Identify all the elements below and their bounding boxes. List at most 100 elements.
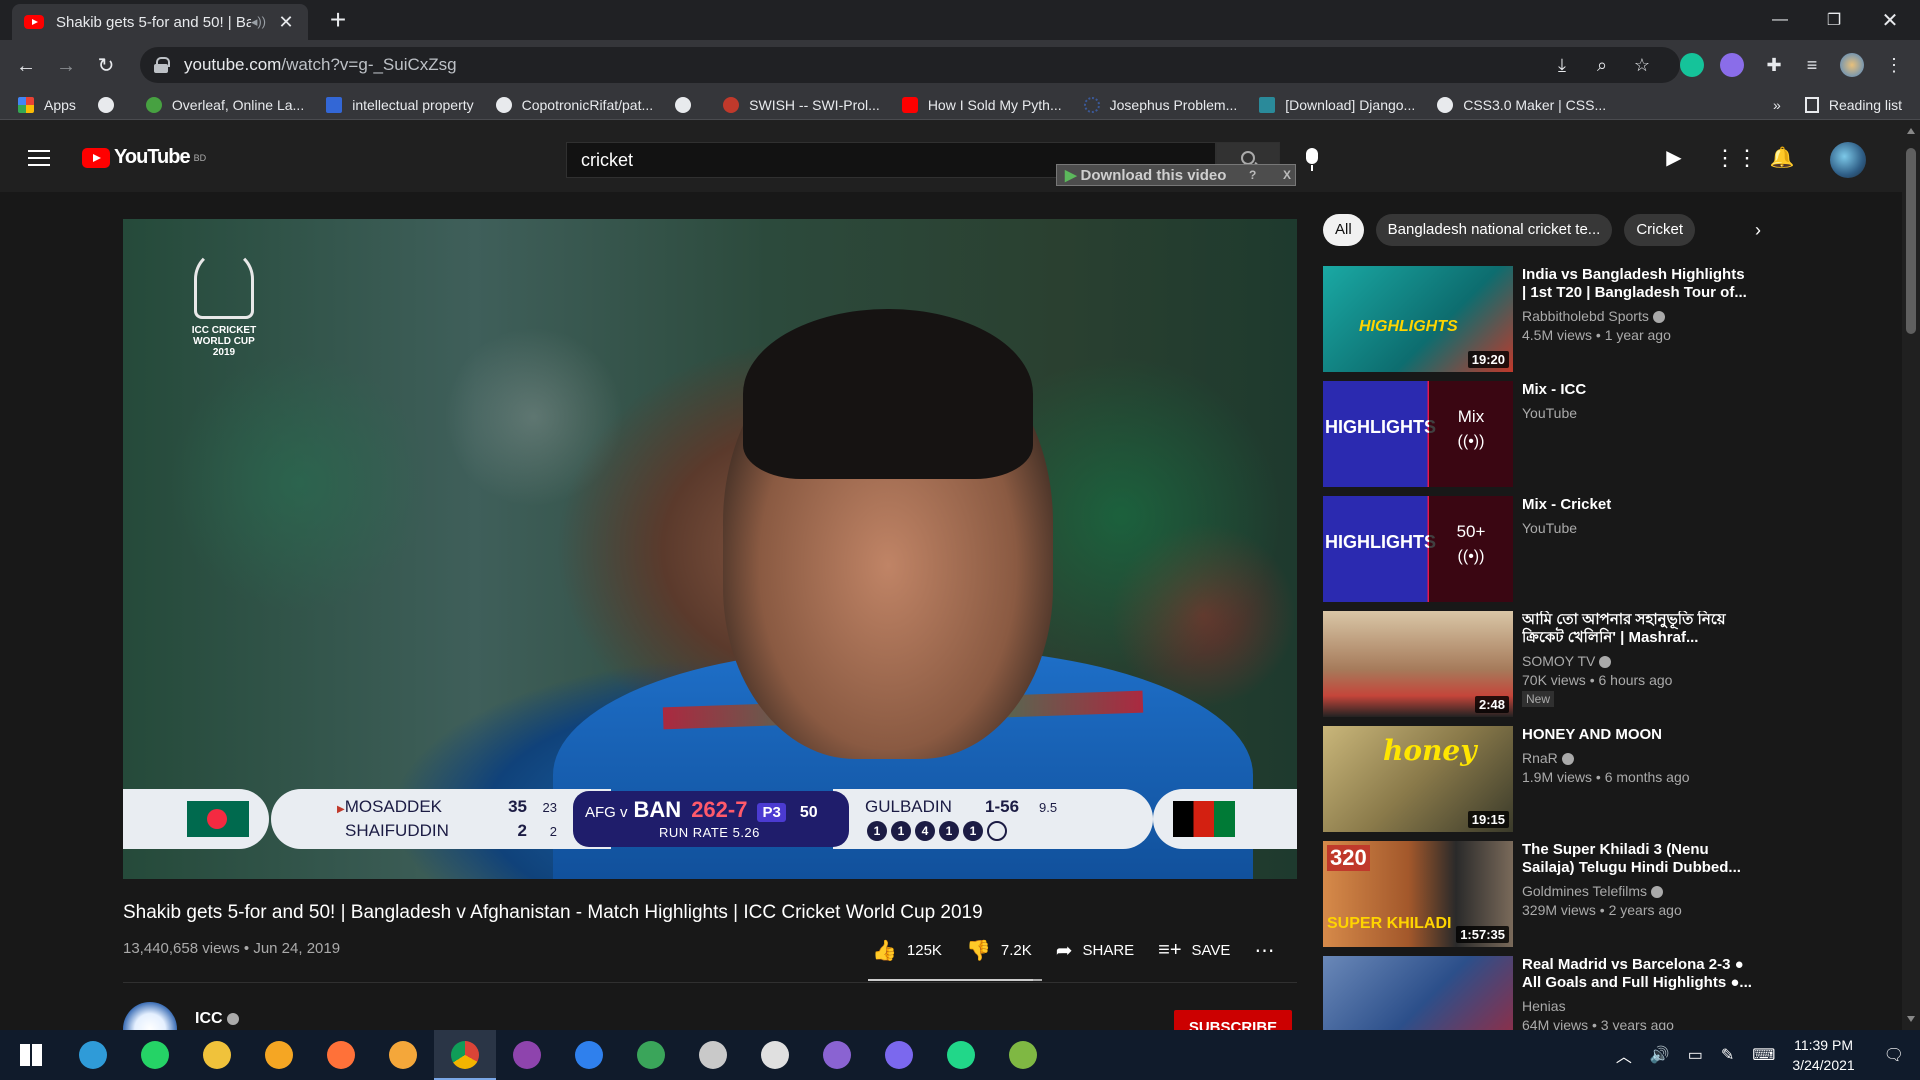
install-app-icon[interactable]: ⤓ (1544, 47, 1580, 83)
more-actions-button[interactable]: ⋯ (1254, 938, 1284, 963)
apps-grid-icon[interactable]: ⋮⋮ (1714, 144, 1758, 172)
bookmark-item[interactable] (97, 96, 124, 113)
taskbar-firefox[interactable] (310, 1030, 372, 1080)
notifications-bell-icon[interactable]: 🔔 (1768, 144, 1796, 172)
bookmark-item[interactable] (675, 96, 701, 113)
recommendation-item[interactable]: Real Madrid vs Barcelona 2-3 ● All Goals… (1323, 956, 1752, 1030)
chip-bangladesh-cricket[interactable]: Bangladesh national cricket te... (1375, 214, 1613, 246)
menu-hamburger-icon[interactable] (28, 150, 50, 166)
recommendation-item[interactable]: honey 19:15 HONEY AND MOON RnaR 1.9M vie… (1323, 726, 1743, 841)
zoom-icon[interactable]: ⌕ (1584, 47, 1620, 83)
page-scrollbar[interactable] (1902, 120, 1920, 1030)
bookmark-item[interactable]: SWISH -- SWI-Prol... (723, 96, 880, 113)
download-close-icon[interactable]: X (1283, 168, 1291, 182)
bookmark-item[interactable]: Josephus Problem... (1083, 96, 1237, 113)
video-thumbnail[interactable] (1323, 956, 1513, 1030)
taskbar-app-globe[interactable] (682, 1030, 744, 1080)
chips-next-icon[interactable]: › (1742, 214, 1774, 246)
video-thumbnail[interactable]: honey 19:15 (1323, 726, 1513, 832)
chip-all[interactable]: All (1323, 214, 1364, 246)
download-video-button[interactable]: ▶ Download this video ? X (1056, 164, 1296, 186)
address-bar[interactable]: youtube.com/watch?v=g-_SuiCxZsg (140, 47, 1680, 83)
scroll-up-icon[interactable] (1907, 128, 1915, 134)
taskbar-github-desktop[interactable] (496, 1030, 558, 1080)
new-tab-button[interactable]: + (324, 6, 352, 34)
taskbar-vscode[interactable] (558, 1030, 620, 1080)
lock-icon[interactable] (154, 57, 170, 73)
account-avatar[interactable] (1830, 142, 1866, 178)
bookmark-item[interactable]: CSS3.0 Maker | CSS... (1437, 96, 1606, 113)
video-thumbnail[interactable]: HIGHLIGHTS 19:20 (1323, 266, 1513, 372)
keyboard-icon[interactable]: ⌨ (1752, 1045, 1775, 1065)
volume-icon[interactable]: 🔊 (1650, 1045, 1670, 1065)
bookmark-item[interactable]: intellectual property (326, 96, 474, 113)
channel-avatar[interactable] (123, 1002, 177, 1030)
video-thumbnail[interactable]: 320 SUPER KHILADI 1:57:35 (1323, 841, 1513, 947)
back-button[interactable]: ← (12, 52, 40, 80)
microphone-icon[interactable] (1306, 148, 1318, 171)
bookmarks-overflow-button[interactable]: » (1773, 97, 1781, 113)
show-hidden-icons-icon[interactable]: ︿ (1616, 1043, 1632, 1067)
notifications-icon[interactable]: 🗨 (1884, 1045, 1904, 1065)
download-help-icon[interactable]: ? (1249, 168, 1256, 182)
video-player[interactable]: ICC CRICKET WORLD CUP 2019 ▶MOSADDEK 35 … (123, 219, 1297, 879)
subscribe-button[interactable]: SUBSCRIBE (1174, 1010, 1292, 1030)
video-thumbnail[interactable]: 2:48 (1323, 611, 1513, 717)
grammarly-extension-icon[interactable] (1680, 53, 1704, 77)
restore-button[interactable]: ❐ (1806, 0, 1862, 40)
bookmark-item[interactable]: How I Sold My Pyth... (901, 96, 1062, 113)
browser-menu-icon[interactable]: ⋮ (1876, 47, 1912, 83)
recommendation-item[interactable]: HIGHLIGHTS 50+ ((•)) Mix - Cricket YouTub… (1323, 496, 1743, 611)
clock[interactable]: 11:39 PM 3/24/2021 (1792, 1035, 1854, 1075)
bookmark-item[interactable]: Overleaf, Online La... (145, 96, 304, 113)
taskbar-chrome[interactable] (434, 1030, 496, 1080)
taskbar-inkscape[interactable] (744, 1030, 806, 1080)
save-button[interactable]: ≡+ SAVE (1158, 939, 1230, 962)
create-video-icon[interactable]: ▶ (1660, 144, 1688, 172)
taskbar-whatsapp[interactable] (124, 1030, 186, 1080)
recommendation-item[interactable]: 2:48 আমি তো আপনার সহানুভূতি নিয়ে ক্রিকে… (1323, 611, 1743, 726)
video-thumbnail[interactable]: HIGHLIGHTS Mix ((•)) (1323, 381, 1513, 487)
bangladesh-flag-icon (187, 801, 249, 837)
scrollbar-thumb[interactable] (1906, 148, 1916, 334)
reading-list-button[interactable]: Reading list (1829, 97, 1902, 113)
dislike-button[interactable]: 👎 7.2K (966, 938, 1032, 963)
recommendation-item[interactable]: HIGHLIGHTS 19:20 India vs Bangladesh Hig… (1323, 266, 1747, 381)
taskbar-notepad[interactable] (992, 1030, 1054, 1080)
minimize-button[interactable]: — (1752, 0, 1808, 40)
channel-name[interactable]: ICC (195, 1010, 239, 1028)
network-icon[interactable]: ▭ (1688, 1045, 1703, 1065)
recommendation-item[interactable]: HIGHLIGHTS Mix ((•)) Mix - ICC YouTube (1323, 381, 1743, 496)
taskbar-maps[interactable] (620, 1030, 682, 1080)
video-thumbnail[interactable]: HIGHLIGHTS 50+ ((•)) (1323, 496, 1513, 602)
bookmark-item[interactable]: Apps (18, 96, 76, 113)
taskbar-messenger[interactable] (868, 1030, 930, 1080)
tab-close-icon[interactable]: ✕ (276, 12, 296, 33)
taskbar-pycharm[interactable] (930, 1030, 992, 1080)
reload-button[interactable]: ↻ (92, 52, 120, 80)
taskbar-visual-studio[interactable] (806, 1030, 868, 1080)
bookmark-item[interactable]: CopotronicRifat/pat... (495, 96, 653, 113)
extension-icon[interactable] (1720, 53, 1744, 77)
taskbar-app-orange[interactable] (372, 1030, 434, 1080)
like-button[interactable]: 👍 125K (872, 938, 942, 963)
bookmark-star-icon[interactable]: ☆ (1624, 47, 1660, 83)
media-control-icon[interactable]: ≡ (1794, 47, 1830, 83)
scroll-down-icon[interactable] (1907, 1016, 1915, 1022)
taskbar-file-explorer[interactable] (186, 1030, 248, 1080)
window-close-button[interactable]: ✕ (1862, 0, 1918, 40)
pen-icon[interactable]: ✎ (1721, 1045, 1734, 1065)
taskbar-start[interactable] (0, 1030, 62, 1080)
recommendation-item[interactable]: 320 SUPER KHILADI 1:57:35 The Super Khil… (1323, 841, 1743, 956)
share-button[interactable]: ➦ SHARE (1056, 938, 1134, 963)
browser-tab[interactable]: Shakib gets 5-for and 50! | Ba ◂)) ✕ (12, 4, 308, 40)
chip-cricket[interactable]: Cricket (1624, 214, 1695, 246)
taskbar-cortana[interactable] (62, 1030, 124, 1080)
forward-button[interactable]: → (52, 52, 80, 80)
taskbar-brave[interactable] (248, 1030, 310, 1080)
profile-avatar[interactable] (1840, 53, 1864, 77)
youtube-logo[interactable]: YouTube BD (82, 146, 206, 169)
extensions-puzzle-icon[interactable]: ✚ (1756, 47, 1792, 83)
bookmark-item[interactable]: [Download] Django... (1259, 96, 1415, 113)
speaker-icon[interactable]: ◂)) (251, 14, 266, 30)
